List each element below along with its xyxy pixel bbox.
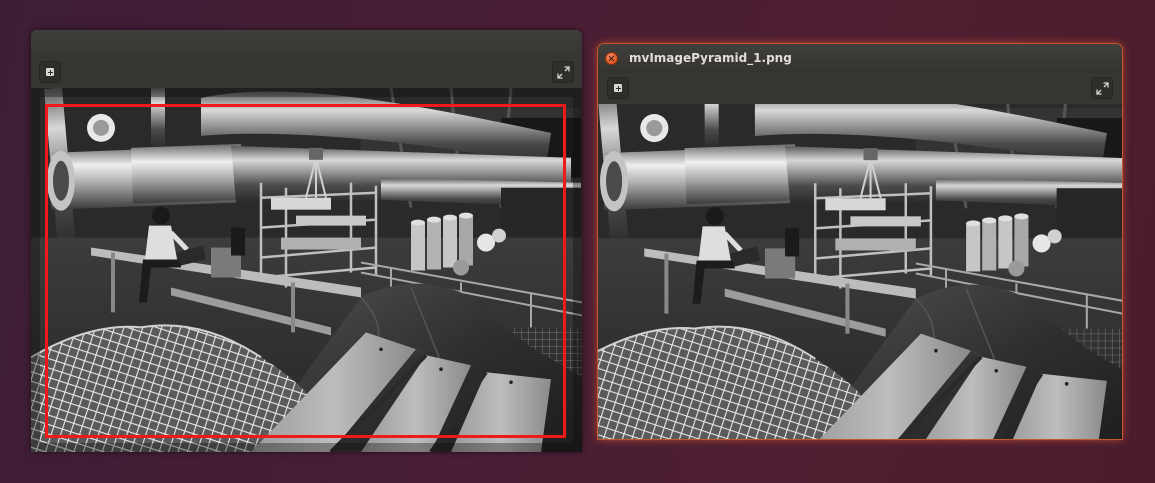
scene-image (598, 104, 1122, 439)
plus-square-icon (46, 68, 54, 76)
add-button[interactable] (39, 61, 61, 83)
window-toolbar (31, 58, 582, 88)
window-title: mvImagePyramid_1.png (629, 51, 792, 65)
fullscreen-button[interactable] (1091, 77, 1113, 99)
image-window-right: mvImagePyramid_1.png (598, 44, 1122, 439)
image-canvas[interactable] (31, 88, 582, 452)
window-titlebar[interactable] (31, 30, 582, 58)
add-button[interactable] (607, 77, 629, 99)
window-toolbar (598, 73, 1122, 104)
image-window-left (31, 30, 582, 452)
roi-rectangle[interactable] (45, 104, 566, 438)
expand-arrows-icon (1096, 82, 1109, 95)
fullscreen-button[interactable] (552, 61, 574, 83)
image-canvas[interactable] (598, 104, 1122, 439)
plus-square-icon (614, 84, 622, 92)
close-icon[interactable] (605, 52, 618, 65)
window-titlebar[interactable]: mvImagePyramid_1.png (598, 44, 1122, 73)
expand-arrows-icon (557, 66, 570, 79)
